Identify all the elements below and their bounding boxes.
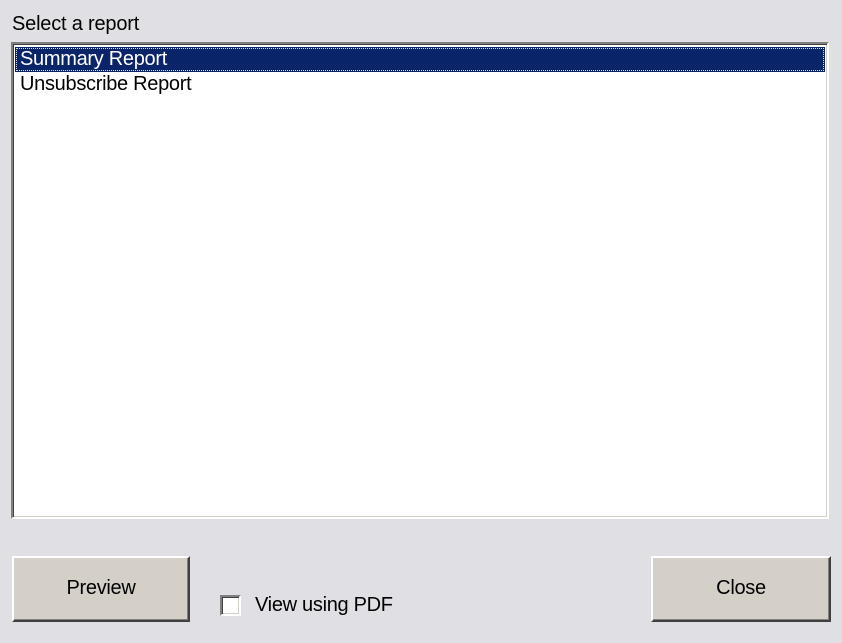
view-pdf-label[interactable]: View using PDF xyxy=(255,592,393,618)
view-pdf-option[interactable]: View using PDF xyxy=(220,592,393,618)
report-list-item-summary[interactable]: Summary Report xyxy=(15,47,825,72)
preview-button[interactable]: Preview xyxy=(12,556,190,622)
report-listbox[interactable]: Summary Report Unsubscribe Report xyxy=(11,42,829,519)
report-dialog: Select a report Summary Report Unsubscri… xyxy=(0,0,842,643)
close-button[interactable]: Close xyxy=(651,556,831,622)
view-pdf-checkbox[interactable] xyxy=(220,594,241,616)
select-report-label: Select a report xyxy=(12,13,140,35)
report-list-items: Summary Report Unsubscribe Report xyxy=(13,44,827,97)
report-list-item-unsubscribe[interactable]: Unsubscribe Report xyxy=(15,72,825,97)
